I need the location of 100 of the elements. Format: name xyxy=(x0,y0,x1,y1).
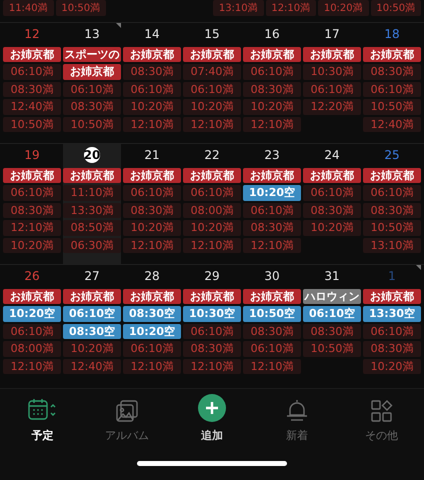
event-tag[interactable]: スポーツの xyxy=(63,46,121,62)
day-number[interactable]: 26 xyxy=(24,268,40,284)
home-indicator[interactable] xyxy=(137,461,287,466)
day-number[interactable]: 25 xyxy=(384,146,400,162)
time-slot[interactable]: 10:20満 xyxy=(363,358,421,374)
time-slot[interactable]: 13:10満 xyxy=(363,238,421,253)
time-slot[interactable]: 08:30満 xyxy=(123,64,181,80)
event-tag[interactable]: お姉京都 xyxy=(363,288,421,304)
time-slot[interactable]: 08:30満 xyxy=(183,341,241,356)
time-slot[interactable]: 11:10満 xyxy=(63,185,121,200)
time-slot[interactable]: 12:40満 xyxy=(63,358,121,374)
time-slot[interactable]: 08:30空 xyxy=(123,306,181,322)
time-slot[interactable]: 12:10満 xyxy=(183,358,241,374)
event-tag[interactable]: お姉京都 xyxy=(3,46,61,62)
time-slot[interactable]: 06:10満 xyxy=(123,185,181,200)
time-slot[interactable]: 06:10満 xyxy=(63,82,121,97)
time-slot[interactable]: 12:10満 xyxy=(183,238,241,253)
time-slot[interactable]: 10:20空 xyxy=(123,324,181,339)
time-slot[interactable]: 06:10満 xyxy=(183,185,241,200)
event-tag[interactable]: お姉京都 xyxy=(183,168,241,183)
tab-button[interactable]: 追加 xyxy=(170,397,254,445)
day-number[interactable]: 19 xyxy=(24,146,40,162)
time-slot[interactable]: 06:10満 xyxy=(303,82,361,97)
time-slot[interactable]: 08:30満 xyxy=(3,82,61,97)
event-tag[interactable]: お姉京都 xyxy=(183,288,241,304)
time-slot[interactable]: 06:10満 xyxy=(243,64,301,80)
day-number[interactable]: 29 xyxy=(204,268,220,284)
day-number[interactable]: 12 xyxy=(24,26,40,42)
time-slot[interactable]: 06:10満 xyxy=(363,324,421,339)
time-slot[interactable]: 10:20空 xyxy=(3,306,61,322)
tab-button[interactable]: その他 xyxy=(339,397,424,445)
time-slot[interactable]: 07:40満 xyxy=(183,64,241,80)
day-number[interactable]: 30 xyxy=(264,268,280,284)
time-slot[interactable]: 10:50満 xyxy=(363,220,421,236)
time-slot[interactable]: 10:50空 xyxy=(243,306,301,322)
time-slot[interactable]: 12:10満 xyxy=(183,116,241,132)
time-slot[interactable]: 08:50満 xyxy=(63,220,121,236)
event-tag[interactable]: お姉京都 xyxy=(63,168,121,183)
event-tag[interactable]: お姉京都 xyxy=(243,168,301,183)
time-slot[interactable]: 08:30満 xyxy=(363,64,421,80)
time-slot[interactable]: 10:50満 xyxy=(363,99,421,114)
time-slot[interactable]: 12:10満 xyxy=(243,238,301,253)
time-slot[interactable]: 06:10満 xyxy=(123,341,181,356)
day-number[interactable]: 27 xyxy=(84,268,100,284)
event-tag[interactable]: お姉京都 xyxy=(123,46,181,62)
time-slot[interactable]: 12:10満 xyxy=(243,116,301,132)
time-slot[interactable]: 12:10満 xyxy=(3,358,61,374)
time-slot[interactable]: 06:10満 xyxy=(183,82,241,97)
time-slot[interactable]: 08:30満 xyxy=(303,202,361,218)
time-slot[interactable]: 10:50満 xyxy=(303,341,361,356)
time-slot[interactable]: 08:30満 xyxy=(243,324,301,339)
day-number[interactable]: 23 xyxy=(264,146,280,162)
time-slot[interactable]: 10:20満 xyxy=(183,220,241,236)
time-slot[interactable]: 10:20満 xyxy=(303,220,361,236)
time-slot[interactable]: 08:00満 xyxy=(3,341,61,356)
time-slot[interactable]: 06:10満 xyxy=(3,185,61,200)
day-number[interactable]: 28 xyxy=(144,268,160,284)
day-number[interactable]: 15 xyxy=(204,26,220,42)
time-slot[interactable]: 12:10満 xyxy=(3,220,61,236)
time-slot[interactable]: 08:30満 xyxy=(363,341,421,356)
time-slot[interactable]: 10:30満 xyxy=(303,64,361,80)
time-slot[interactable]: 10:30空 xyxy=(183,306,241,322)
time-slot[interactable]: 10:20満 xyxy=(63,341,121,356)
time-slot[interactable]: 06:10満 xyxy=(243,202,301,218)
time-slot[interactable]: 12:10満 xyxy=(243,358,301,374)
day-number[interactable]: 21 xyxy=(144,146,160,162)
time-slot[interactable]: 06:10満 xyxy=(303,185,361,200)
tab-button[interactable]: アルバム xyxy=(84,397,170,445)
time-slot[interactable]: 08:30満 xyxy=(303,324,361,339)
time-slot[interactable]: 12:10満 xyxy=(123,116,181,132)
time-slot[interactable]: 06:10空 xyxy=(303,306,361,322)
time-slot[interactable]: 08:00満 xyxy=(183,202,241,218)
event-tag[interactable]: お姉京都 xyxy=(3,288,61,304)
day-number[interactable]: 24 xyxy=(324,146,340,162)
time-slot[interactable]: 13:30満 xyxy=(63,202,121,218)
event-tag[interactable]: お姉京都 xyxy=(243,288,301,304)
time-slot[interactable]: 08:30空 xyxy=(63,324,121,339)
day-number[interactable]: 14 xyxy=(144,26,160,42)
day-number[interactable]: 17 xyxy=(324,26,340,42)
tab-button[interactable]: 予定 xyxy=(0,397,85,445)
holiday-tag[interactable]: ハロウィン xyxy=(303,288,361,304)
time-slot[interactable]: 12:40満 xyxy=(3,99,61,114)
event-tag[interactable]: お姉京都 xyxy=(363,168,421,183)
time-slot[interactable]: 08:30満 xyxy=(3,202,61,218)
time-slot[interactable]: 10:20満 xyxy=(183,99,241,114)
today-date[interactable]: 20 xyxy=(84,146,100,162)
time-slot[interactable]: 12:20満 xyxy=(303,99,361,114)
day-number[interactable]: 31 xyxy=(324,268,340,284)
event-tag[interactable]: お姉京都 xyxy=(123,288,181,304)
time-slot[interactable]: 12:40満 xyxy=(363,116,421,132)
event-tag[interactable]: お姉京都 xyxy=(303,168,361,183)
event-tag[interactable]: お姉京都 xyxy=(363,46,421,62)
time-slot[interactable]: 06:10満 xyxy=(183,324,241,339)
time-slot[interactable]: 06:10満 xyxy=(243,341,301,356)
time-slot[interactable]: 12:10満 xyxy=(123,238,181,253)
event-tag[interactable]: お姉京都 xyxy=(303,46,361,62)
tab-button[interactable]: 新着 xyxy=(254,397,340,445)
time-slot[interactable]: 10:20満 xyxy=(123,220,181,236)
time-slot[interactable]: 08:30満 xyxy=(63,99,121,114)
time-slot[interactable]: 08:30満 xyxy=(243,220,301,236)
